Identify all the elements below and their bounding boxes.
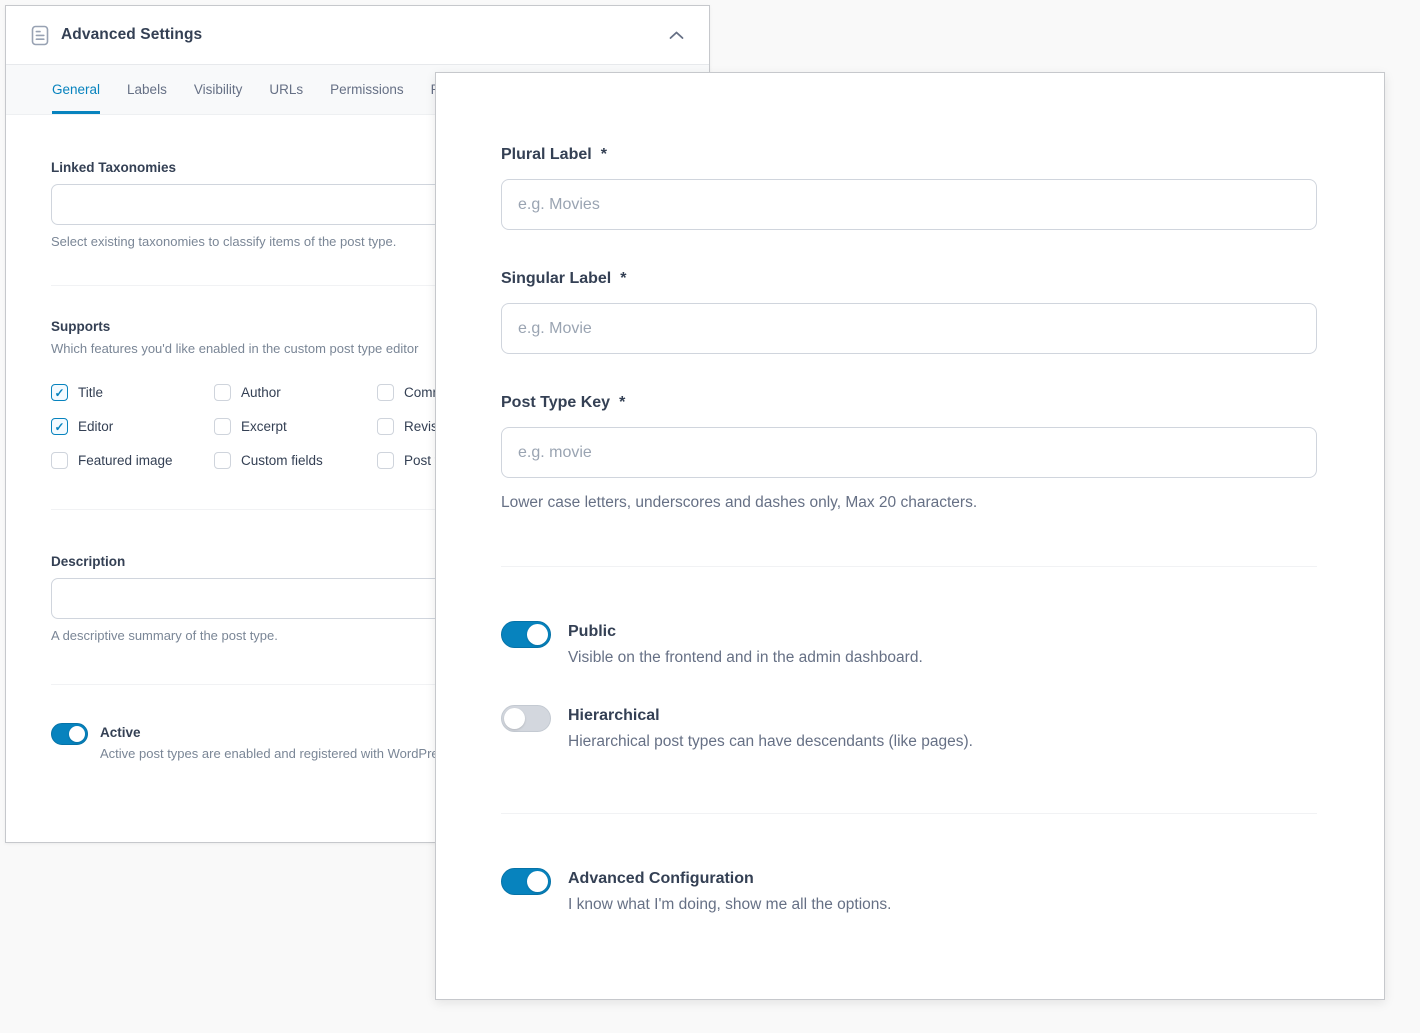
tab-urls[interactable]: URLs <box>269 65 303 114</box>
checkbox[interactable] <box>51 384 68 401</box>
checkbox-label: Title <box>78 385 103 400</box>
panel-title: Advanced Settings <box>61 26 202 44</box>
public-toggle[interactable] <box>501 621 551 648</box>
tab-general[interactable]: General <box>52 65 100 114</box>
advanced-configuration-toggle[interactable] <box>501 868 551 895</box>
checkbox[interactable] <box>377 418 394 435</box>
toggle-knob <box>504 708 525 729</box>
page: Advanced Settings General Labels Visibil… <box>0 0 1420 1033</box>
checkbox-option-excerpt[interactable]: Excerpt <box>214 418 377 435</box>
public-label: Public <box>568 623 923 641</box>
required-asterisk: * <box>620 270 626 287</box>
post-type-key-field: Post Type Key* Lower case letters, under… <box>501 394 1317 512</box>
collapse-button[interactable] <box>669 31 684 40</box>
checkbox-label: Editor <box>78 419 113 434</box>
checkbox-option-author[interactable]: Author <box>214 384 377 401</box>
post-type-key-input[interactable] <box>501 427 1317 478</box>
checkbox[interactable] <box>51 452 68 469</box>
tab-visibility[interactable]: Visibility <box>194 65 243 114</box>
post-type-key-help: Lower case letters, underscores and dash… <box>501 494 1317 512</box>
checkbox[interactable] <box>214 384 231 401</box>
checkbox-label: Featured image <box>78 453 173 468</box>
hierarchical-toggle[interactable] <box>501 705 551 732</box>
public-help: Visible on the frontend and in the admin… <box>568 649 923 667</box>
singular-label-input[interactable] <box>501 303 1317 354</box>
hierarchical-setting-row: Hierarchical Hierarchical post types can… <box>501 705 1317 751</box>
checkbox[interactable] <box>377 384 394 401</box>
advanced-configuration-label: Advanced Configuration <box>568 870 891 888</box>
tab-labels[interactable]: Labels <box>127 65 167 114</box>
post-type-icon <box>31 25 50 46</box>
hierarchical-label: Hierarchical <box>568 707 973 725</box>
checkbox[interactable] <box>214 418 231 435</box>
checkbox-label: Author <box>241 385 281 400</box>
checkbox[interactable] <box>214 452 231 469</box>
plural-label-input[interactable] <box>501 179 1317 230</box>
checkbox-label: Custom fields <box>241 453 323 468</box>
public-setting-row: Public Visible on the frontend and in th… <box>501 621 1317 667</box>
basic-settings-panel: Plural Label* Singular Label* Post Type … <box>435 72 1385 1000</box>
singular-label-field: Singular Label* <box>501 270 1317 354</box>
plural-label-field: Plural Label* <box>501 146 1317 230</box>
hierarchical-help: Hierarchical post types can have descend… <box>568 733 973 751</box>
toggle-knob <box>69 726 85 742</box>
active-label: Active <box>100 725 455 740</box>
checkbox[interactable] <box>51 418 68 435</box>
checkbox-label: Excerpt <box>241 419 287 434</box>
checkbox-option-title[interactable]: Title <box>51 384 214 401</box>
active-toggle[interactable] <box>51 723 88 745</box>
tab-permissions[interactable]: Permissions <box>330 65 404 114</box>
toggle-knob <box>527 871 548 892</box>
advanced-configuration-row: Advanced Configuration I know what I'm d… <box>501 868 1317 914</box>
required-asterisk: * <box>601 146 607 163</box>
panel-header: Advanced Settings <box>6 6 709 65</box>
checkbox-option-custom-fields[interactable]: Custom fields <box>214 452 377 469</box>
singular-label-label: Singular Label* <box>501 270 1317 288</box>
active-help: Active post types are enabled and regist… <box>100 746 455 761</box>
section-divider <box>501 813 1317 814</box>
toggle-knob <box>527 624 548 645</box>
post-type-key-label: Post Type Key* <box>501 394 1317 412</box>
checkbox[interactable] <box>377 452 394 469</box>
checkbox-option-editor[interactable]: Editor <box>51 418 214 435</box>
chevron-up-icon <box>669 31 684 40</box>
advanced-configuration-help: I know what I'm doing, show me all the o… <box>568 896 891 914</box>
plural-label-label: Plural Label* <box>501 146 1317 164</box>
required-asterisk: * <box>619 394 625 411</box>
section-divider <box>501 566 1317 567</box>
checkbox-option-featured-image[interactable]: Featured image <box>51 452 214 469</box>
